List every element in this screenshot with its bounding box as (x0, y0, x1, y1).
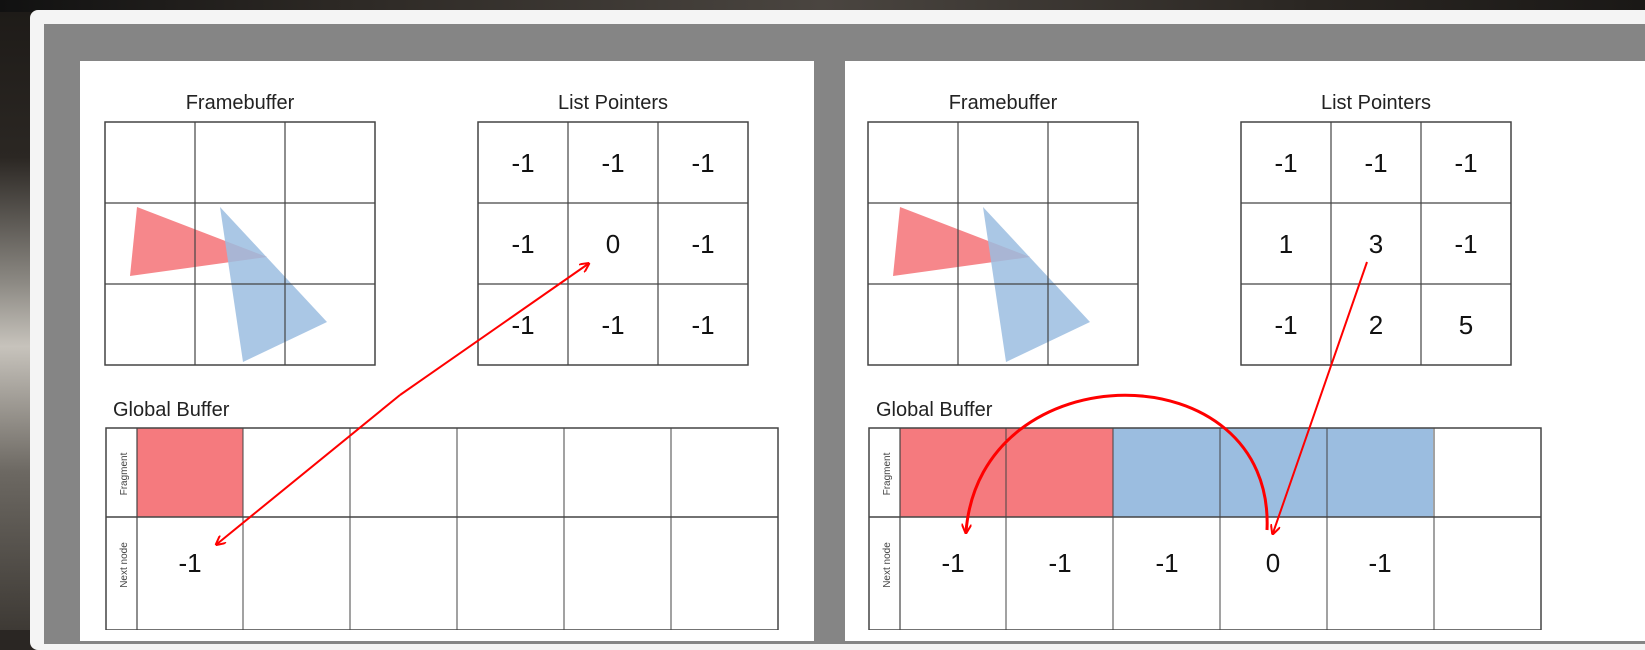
next-node-cell: -1 (1155, 548, 1178, 578)
fragment-cell-red (137, 428, 243, 517)
next-node-row-label: Next node (882, 542, 893, 588)
right-diagram: Framebuffer List Pointers -1 -1 -1 1 3 - (867, 92, 1542, 630)
next-node-cell: -1 (941, 548, 964, 578)
pointer-cell: -1 (511, 229, 534, 259)
pointer-cell: -1 (511, 148, 534, 178)
fragment-row-label: Fragment (882, 452, 893, 495)
next-node-cell: -1 (178, 548, 201, 578)
pointer-cell: -1 (1454, 229, 1477, 259)
list-pointers-grid: -1 -1 -1 -1 0 -1 -1 -1 -1 (477, 121, 749, 366)
fragment-row-label: Fragment (119, 452, 130, 495)
pointer-cell: -1 (1274, 310, 1297, 340)
framebuffer-title: Framebuffer (949, 92, 1058, 114)
linked-list-diagram: Framebuffer List Pointers -1 -1 -1 -1 0 (104, 92, 1542, 630)
next-node-row-label: Next node (119, 542, 130, 588)
framebuffer-title: Framebuffer (186, 92, 295, 114)
pointer-cell: 2 (1369, 310, 1383, 340)
framebuffer-grid (104, 121, 376, 366)
pointer-cell: -1 (601, 310, 624, 340)
pointer-cell: -1 (1364, 148, 1387, 178)
left-diagram: Framebuffer List Pointers -1 -1 -1 -1 0 (104, 92, 779, 630)
pointer-cell: 1 (1279, 229, 1293, 259)
global-buffer-table: Fragment Next node -1 (105, 427, 779, 630)
pointer-cell: -1 (601, 148, 624, 178)
list-pointers-title: List Pointers (1321, 92, 1431, 114)
pointer-cell: 0 (606, 229, 620, 259)
pointer-cell: 3 (1369, 229, 1383, 259)
pointer-cell: -1 (691, 310, 714, 340)
next-node-cell: -1 (1368, 548, 1391, 578)
pointer-cell: 5 (1459, 310, 1473, 340)
pointer-cell: -1 (1454, 148, 1477, 178)
next-node-cell: 0 (1266, 548, 1280, 578)
global-buffer-title: Global Buffer (113, 399, 230, 421)
pointer-arrow (217, 394, 401, 544)
fragment-cells-blue (1113, 428, 1433, 517)
list-pointers-grid: -1 -1 -1 1 3 -1 -1 2 5 (1240, 121, 1512, 366)
pointer-cell: -1 (691, 148, 714, 178)
framebuffer-grid (867, 121, 1139, 366)
next-node-cell: -1 (1048, 548, 1071, 578)
pointer-cell: -1 (1274, 148, 1297, 178)
list-pointers-title: List Pointers (558, 92, 668, 114)
global-buffer-title: Global Buffer (876, 399, 993, 421)
pointer-cell: -1 (691, 229, 714, 259)
global-buffer-table: Fragment Next node -1 -1 -1 0 -1 (868, 427, 1542, 630)
